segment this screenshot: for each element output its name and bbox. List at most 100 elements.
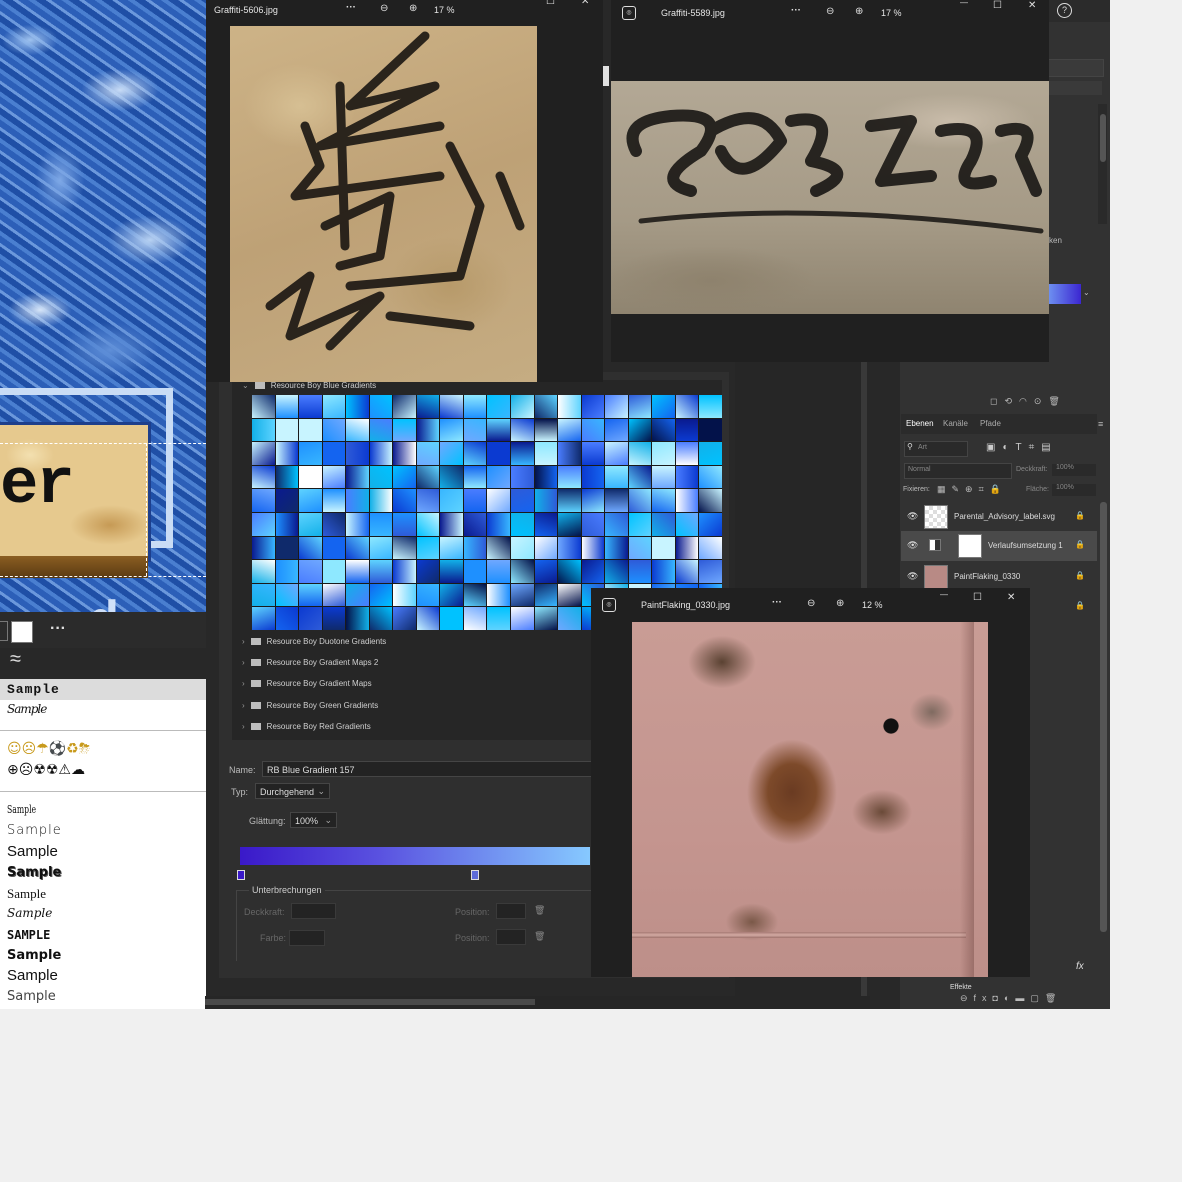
gradient-swatch[interactable] <box>628 395 652 418</box>
gradient-swatch[interactable] <box>558 536 581 560</box>
gradient-swatch[interactable] <box>299 583 322 607</box>
gradient-swatch[interactable] <box>369 465 393 489</box>
gradient-swatch[interactable] <box>652 560 675 583</box>
gradient-swatch[interactable] <box>275 513 299 536</box>
gradient-swatch[interactable] <box>322 395 346 418</box>
gradient-swatch[interactable] <box>487 395 511 418</box>
gradient-swatch[interactable] <box>487 536 511 560</box>
opacity-field[interactable]: 100% <box>1052 464 1096 476</box>
layers-scrollbar-thumb[interactable] <box>1100 502 1107 932</box>
layer-filter-dropdown[interactable] <box>904 441 968 457</box>
gradient-swatch[interactable] <box>463 513 487 536</box>
gradient-swatch[interactable] <box>534 513 558 536</box>
chevron-down-icon[interactable]: ⌄ <box>1083 288 1090 297</box>
gradient-swatch[interactable] <box>252 513 275 536</box>
gradient-swatch[interactable] <box>252 395 275 418</box>
gradient-swatch[interactable] <box>487 442 511 465</box>
filter-icons[interactable]: ▣◐T⌗▤ <box>986 442 1058 453</box>
gradient-swatch[interactable] <box>628 513 652 536</box>
gradient-swatch[interactable] <box>299 442 322 465</box>
gradient-swatch[interactable] <box>393 395 416 418</box>
gradient-swatch[interactable] <box>322 583 346 607</box>
panel-input-1[interactable] <box>1040 59 1104 77</box>
gradient-swatch[interactable] <box>675 465 699 489</box>
tab-pfade[interactable]: Pfade <box>980 419 1001 428</box>
gradient-swatch[interactable] <box>675 536 699 560</box>
folder-row[interactable]: › Resource Boy Green Gradients <box>242 701 378 710</box>
approx-icon[interactable]: ≈ <box>10 648 21 671</box>
gradient-swatch[interactable] <box>511 513 534 536</box>
gradient-swatch[interactable] <box>558 418 581 442</box>
gradient-swatch[interactable] <box>511 489 534 512</box>
gradient-swatch[interactable] <box>252 465 275 489</box>
gradient-swatch[interactable] <box>605 560 628 583</box>
visibility-eye-icon[interactable]: 👁 <box>907 511 918 522</box>
gradient-swatch[interactable] <box>487 489 511 512</box>
gradient-swatch[interactable] <box>463 607 487 630</box>
more-options-button[interactable]: ··· <box>346 2 356 13</box>
gradient-swatch[interactable] <box>299 489 322 512</box>
gradient-swatch[interactable] <box>275 442 299 465</box>
gradient-swatch[interactable] <box>699 560 722 583</box>
gradient-swatch[interactable] <box>299 607 322 630</box>
tab-ebenen[interactable]: Ebenen <box>906 419 934 428</box>
gradient-swatch[interactable] <box>322 607 346 630</box>
gradient-swatch[interactable] <box>699 536 722 560</box>
gradient-swatch[interactable] <box>299 465 322 489</box>
gradient-swatch[interactable] <box>322 536 346 560</box>
gradient-swatch[interactable] <box>487 583 511 607</box>
gradient-swatch[interactable] <box>275 536 299 560</box>
gradient-swatch[interactable] <box>463 536 487 560</box>
gradient-swatch[interactable] <box>463 395 487 418</box>
gradient-swatch[interactable] <box>416 395 440 418</box>
gradient-swatch[interactable] <box>605 465 628 489</box>
zoom-out-icon[interactable]: ⊖ <box>826 6 834 17</box>
gradient-swatch[interactable] <box>675 489 699 512</box>
gradient-swatch[interactable] <box>275 418 299 442</box>
gradient-swatch[interactable] <box>628 560 652 583</box>
gradient-swatch[interactable] <box>534 583 558 607</box>
gradient-swatch[interactable] <box>699 489 722 512</box>
gradient-swatch[interactable] <box>487 560 511 583</box>
gradient-swatch[interactable] <box>369 395 393 418</box>
gradient-swatch[interactable] <box>605 513 628 536</box>
gradient-swatch[interactable] <box>369 536 393 560</box>
gradient-swatch[interactable] <box>346 442 369 465</box>
gradient-swatch[interactable] <box>416 489 440 512</box>
visibility-eye-icon[interactable]: 👁 <box>907 540 918 551</box>
folder-row[interactable]: › Resource Boy Red Gradients <box>242 722 371 731</box>
gradient-swatch[interactable] <box>581 418 605 442</box>
maximize-icon[interactable]: ☐ <box>973 592 982 603</box>
folder-row[interactable]: › Resource Boy Gradient Maps 2 <box>242 658 378 667</box>
gradient-swatch[interactable] <box>440 465 463 489</box>
gradient-swatch[interactable] <box>299 395 322 418</box>
gradient-swatch[interactable] <box>440 583 463 607</box>
gradient-swatch[interactable] <box>511 465 534 489</box>
gradient-swatch[interactable] <box>322 489 346 512</box>
gradient-swatch[interactable] <box>605 489 628 512</box>
gradient-swatch[interactable] <box>416 607 440 630</box>
gradient-swatch[interactable] <box>558 489 581 512</box>
zoom-in-icon[interactable]: ⊕ <box>836 598 844 609</box>
gradient-swatch[interactable] <box>252 583 275 607</box>
gradient-swatch[interactable] <box>511 395 534 418</box>
gradient-swatch[interactable] <box>275 583 299 607</box>
gradient-swatch[interactable] <box>346 560 369 583</box>
gradient-swatch[interactable] <box>393 442 416 465</box>
gradient-swatch[interactable] <box>440 442 463 465</box>
maximize-icon[interactable]: ☐ <box>546 0 555 7</box>
gradient-swatch[interactable] <box>487 513 511 536</box>
gradient-swatch[interactable] <box>440 560 463 583</box>
gradient-swatch[interactable] <box>652 395 675 418</box>
zoom-in-icon[interactable]: ⊕ <box>409 3 417 14</box>
more-options-button[interactable]: ··· <box>772 597 782 608</box>
gradient-swatch[interactable] <box>534 536 558 560</box>
gradient-swatch[interactable] <box>369 489 393 512</box>
gradient-swatch[interactable] <box>393 418 416 442</box>
folder-row-open[interactable]: ⌄ Resource Boy Blue Gradients <box>242 381 376 390</box>
gradient-swatch[interactable] <box>581 465 605 489</box>
gradient-swatch[interactable] <box>581 536 605 560</box>
window-titlebar[interactable]: Graffiti-5606.jpg ··· ⊖ ⊕ 17 % — ☐ ✕ <box>206 0 603 22</box>
gradient-swatch[interactable] <box>558 560 581 583</box>
gradient-swatch[interactable] <box>440 536 463 560</box>
